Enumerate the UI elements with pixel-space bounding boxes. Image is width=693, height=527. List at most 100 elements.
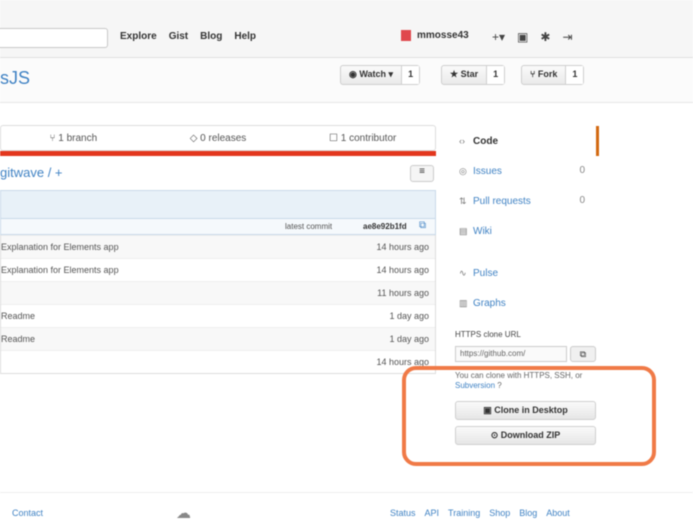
- repo-sidebar: ‹› Code ◎ Issues 0 ⇅ Pull requests 0 ▤ W…: [455, 126, 599, 318]
- watch-button[interactable]: ◉ Watch ▾ 1: [340, 65, 421, 85]
- watch-label: Watch: [359, 69, 387, 79]
- sidebar-item-wiki[interactable]: ▤ Wiki: [455, 216, 599, 246]
- file-row[interactable]: Readme 1 day ago: [1, 327, 435, 350]
- nav-gist[interactable]: Gist: [169, 31, 188, 42]
- nav-blog[interactable]: Blog: [200, 31, 222, 42]
- file-list: Explanation for Elements app 14 hours ag…: [0, 235, 436, 374]
- site-header: Explore Gist Blog Help mmosse43 +▾ ▣ ✱ ⇥: [0, 0, 693, 58]
- sidebar-item-label: Pulse: [473, 268, 499, 279]
- footer-link-training[interactable]: Training: [448, 508, 480, 518]
- repo-header: sJS ◉ Watch ▾ 1 ★ Star 1 ⑂ Fork 1: [0, 58, 693, 103]
- commit-message[interactable]: Explanation for Elements app: [1, 265, 119, 275]
- wiki-icon: ▤: [459, 226, 468, 236]
- footer-link-status[interactable]: Status: [390, 508, 416, 518]
- footer-link-about[interactable]: About: [546, 508, 570, 518]
- commit-tease: [0, 190, 436, 218]
- people-icon: ☐: [329, 133, 341, 144]
- sidebar-item-issues[interactable]: ◎ Issues 0: [455, 156, 599, 186]
- branches-label: 1 branch: [58, 133, 98, 144]
- footer-link-api[interactable]: API: [425, 508, 440, 518]
- file-row[interactable]: Readme 1 day ago: [1, 304, 435, 327]
- sidebar-item-code[interactable]: ‹› Code: [455, 126, 599, 156]
- octocat-icon[interactable]: ☁: [176, 504, 191, 522]
- branch-icon: ⑂: [49, 133, 59, 144]
- sidebar-item-label: Pull requests: [473, 196, 531, 207]
- watch-count[interactable]: 1: [402, 66, 420, 84]
- numbers-summary: ⑂ 1 branch ◇ 0 releases ☐ 1 contributor: [0, 125, 436, 151]
- search-input[interactable]: [0, 28, 108, 48]
- fork-count[interactable]: 1: [566, 66, 584, 84]
- commit-age: 11 hours ago: [377, 288, 429, 298]
- file-navigation: gitwave / + ≡: [0, 163, 436, 185]
- repo-name-link[interactable]: sJS: [0, 68, 30, 89]
- graphs-icon: ▥: [459, 298, 468, 308]
- inbox-icon[interactable]: ▣: [517, 30, 528, 44]
- star-label: Star: [460, 69, 479, 79]
- commit-message[interactable]: Readme: [1, 311, 35, 321]
- fork-icon: ⑂: [530, 69, 538, 79]
- commit-age: 1 day ago: [389, 334, 429, 344]
- issues-icon: ◎: [459, 166, 467, 176]
- sidebar-item-label: Wiki: [473, 226, 492, 237]
- star-icon: ★: [450, 69, 461, 79]
- commit-age: 14 hours ago: [376, 265, 429, 275]
- file-row[interactable]: 11 hours ago: [1, 281, 435, 304]
- sidebar-item-pulse[interactable]: ∿ Pulse: [455, 258, 599, 288]
- settings-icon[interactable]: ✱: [540, 30, 550, 44]
- username-link[interactable]: mmosse43: [417, 30, 469, 41]
- signout-icon[interactable]: ⇥: [562, 30, 572, 44]
- tag-icon: ◇: [189, 133, 201, 144]
- list-icon[interactable]: ≡: [410, 165, 434, 182]
- footer-links: Status API Training Shop Blog About: [390, 508, 570, 518]
- pull-request-icon: ⇅: [459, 196, 467, 206]
- contributors-link[interactable]: ☐ 1 contributor: [290, 126, 435, 150]
- nav-help[interactable]: Help: [234, 31, 256, 42]
- sidebar-item-label: Issues: [473, 166, 502, 177]
- file-row[interactable]: 14 hours ago: [1, 350, 435, 373]
- header-icons: +▾ ▣ ✱ ⇥: [492, 30, 573, 44]
- pull-requests-count: 0: [579, 195, 585, 206]
- star-button[interactable]: ★ Star 1: [441, 65, 506, 85]
- sidebar-item-label: Code: [473, 136, 498, 147]
- user-menu: mmosse43: [401, 30, 481, 41]
- releases-link[interactable]: ◇ 0 releases: [146, 126, 291, 150]
- clone-url-label: HTTPS clone URL: [455, 330, 521, 339]
- pulse-icon: ∿: [459, 268, 467, 278]
- branches-link[interactable]: ⑂ 1 branch: [1, 126, 146, 150]
- issues-count: 0: [579, 165, 585, 176]
- commit-age: 14 hours ago: [376, 242, 429, 252]
- highlight-annotation: [402, 366, 656, 466]
- sidebar-item-pull-requests[interactable]: ⇅ Pull requests 0: [455, 186, 599, 216]
- language-bar: [0, 151, 436, 156]
- top-nav: Explore Gist Blog Help: [120, 31, 256, 42]
- commit-message[interactable]: Explanation for Elements app: [1, 242, 119, 252]
- sidebar-divider: [455, 246, 599, 258]
- clipboard-icon[interactable]: ⧉: [570, 346, 596, 362]
- sidebar-item-label: Graphs: [473, 298, 506, 309]
- breadcrumb[interactable]: gitwave / +: [0, 165, 63, 180]
- footer-link-shop[interactable]: Shop: [489, 508, 510, 518]
- notifications-icon[interactable]: [401, 30, 411, 41]
- code-icon: ‹›: [459, 136, 465, 146]
- nav-explore[interactable]: Explore: [120, 31, 157, 42]
- footer-contact-link[interactable]: Contact: [12, 508, 43, 518]
- sidebar-item-graphs[interactable]: ▥ Graphs: [455, 288, 599, 318]
- file-row[interactable]: Explanation for Elements app 14 hours ag…: [1, 258, 435, 281]
- fork-label: Fork: [537, 69, 558, 79]
- copy-sha-icon[interactable]: ⧉: [419, 220, 426, 231]
- commit-sha-link[interactable]: ae8e92b1fd: [363, 222, 407, 231]
- fork-button[interactable]: ⑂ Fork 1: [521, 65, 585, 85]
- eye-icon: ◉: [349, 69, 360, 79]
- site-footer: Contact ☁ Status API Training Shop Blog …: [0, 492, 693, 527]
- star-count[interactable]: 1: [487, 66, 505, 84]
- commit-message[interactable]: Readme: [1, 334, 35, 344]
- releases-label: 0 releases: [200, 133, 247, 144]
- commit-age: 1 day ago: [389, 311, 429, 321]
- file-row[interactable]: Explanation for Elements app 14 hours ag…: [1, 235, 435, 258]
- footer-link-blog[interactable]: Blog: [519, 508, 537, 518]
- latest-commit-label: latest commit: [285, 222, 333, 231]
- commit-meta: latest commit ae8e92b1fd ⧉: [0, 218, 436, 235]
- contributors-label: 1 contributor: [340, 133, 397, 144]
- plus-icon[interactable]: +▾: [492, 30, 505, 44]
- clone-url-field[interactable]: https://github.com/: [455, 346, 567, 362]
